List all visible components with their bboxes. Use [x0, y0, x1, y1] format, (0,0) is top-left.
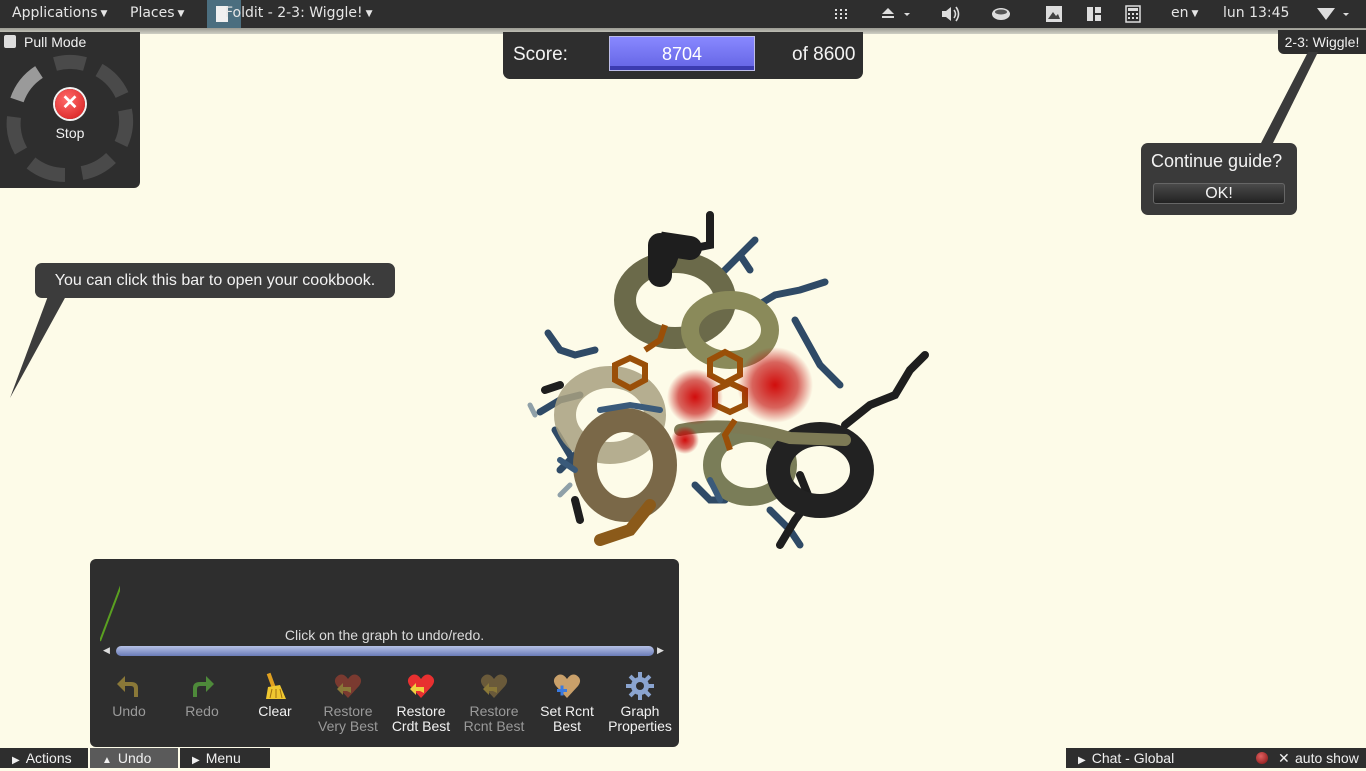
heart-restore-icon	[407, 674, 435, 698]
protein-view[interactable]	[500, 200, 960, 570]
tab-menu-label: Menu	[205, 750, 241, 766]
eject-icon[interactable]	[880, 0, 910, 28]
score-panel: Score: 8704 of 8600	[503, 32, 863, 79]
set-rcnt-best-label-1: Set Rcnt	[540, 703, 594, 719]
applications-label: Applications	[12, 5, 98, 21]
window-title: Foldit - 2-3: Wiggle!	[225, 5, 363, 21]
ok-button[interactable]: OK!	[1153, 183, 1285, 204]
cookbook-hint-bubble: You can click this bar to open your cook…	[35, 263, 395, 298]
redo-button[interactable]: Redo	[166, 671, 238, 741]
undo-panel: Click on the graph to undo/redo. ◀ ▶ Und…	[90, 559, 679, 747]
chevron-down-icon: ▼	[365, 9, 373, 19]
guide-pointer	[1260, 52, 1318, 145]
layout-icon[interactable]	[1086, 0, 1102, 28]
grid-icon[interactable]	[835, 0, 849, 28]
guide-tag[interactable]: 2-3: Wiggle!	[1278, 30, 1366, 54]
pull-mode-panel: Pull Mode ✕ Stop	[0, 32, 140, 188]
graph-properties-label-2: Properties	[608, 718, 672, 734]
close-icon[interactable]: ✕	[1278, 748, 1290, 768]
score-label: Score:	[513, 44, 568, 65]
chevron-down-icon: ▼	[100, 9, 108, 19]
restore-crdt-best-button[interactable]: Restore Crdt Best	[385, 671, 457, 741]
clear-button[interactable]: Clear	[239, 671, 311, 741]
set-rcnt-best-label-2: Best	[552, 718, 581, 734]
cookbook-hint-pointer	[10, 296, 66, 398]
restore-very-best-label-2: Very Best	[318, 718, 378, 734]
triangle-right-icon: ▶	[192, 755, 200, 766]
broom-icon	[266, 672, 286, 699]
chat-status-icon	[1256, 752, 1268, 764]
undo-arrow-icon	[117, 676, 138, 697]
restore-rcnt-best-button[interactable]: Restore Rcnt Best	[458, 671, 530, 741]
scroll-right-icon[interactable]: ▶	[657, 645, 664, 656]
auto-show-label[interactable]: auto show	[1295, 748, 1359, 768]
undo-graph-hint: Click on the graph to undo/redo.	[284, 627, 485, 643]
redo-label: Redo	[185, 703, 219, 719]
undo-label: Undo	[112, 703, 146, 719]
clear-label: Clear	[258, 703, 292, 719]
graph-properties-button[interactable]: Graph Properties	[604, 671, 676, 741]
chat-label: Chat - Global	[1091, 750, 1175, 766]
redo-arrow-icon	[193, 676, 214, 697]
language-label: en	[1171, 5, 1189, 21]
image-icon[interactable]	[1045, 0, 1063, 28]
restore-very-best-button[interactable]: Restore Very Best	[312, 671, 384, 741]
restore-very-best-label-1: Restore	[323, 703, 373, 719]
restore-crdt-best-label-2: Crdt Best	[391, 718, 451, 734]
triangle-right-icon: ▶	[1078, 755, 1086, 766]
heart-plus-icon	[553, 674, 581, 698]
guide-bubble: Continue guide? OK!	[1141, 143, 1297, 215]
places-menu[interactable]: Places ▼	[130, 0, 184, 28]
clock[interactable]: lun 13:45	[1223, 0, 1289, 28]
calculator-icon[interactable]	[1124, 0, 1142, 28]
tab-undo[interactable]: ▲ Undo	[90, 748, 178, 768]
triangle-up-icon: ▲	[102, 755, 112, 766]
set-rcnt-best-button[interactable]: Set Rcnt Best	[531, 671, 603, 741]
gear-icon	[626, 672, 654, 700]
hand-icon	[4, 35, 16, 48]
applications-menu[interactable]: Applications ▼	[12, 0, 107, 28]
graph-properties-label-1: Graph	[620, 703, 660, 719]
chat-bar[interactable]: ▶ Chat - Global ✕ auto show	[1066, 748, 1366, 768]
tab-actions-label: Actions	[25, 750, 72, 766]
window-title-menu[interactable]: Foldit - 2-3: Wiggle! ▼	[225, 0, 373, 28]
chevron-down-icon: ▼	[177, 9, 185, 19]
progress-ring-icon	[6, 54, 134, 182]
triangle-right-icon: ▶	[12, 755, 20, 766]
tab-actions[interactable]: ▶ Actions	[0, 748, 88, 768]
heart-restore-icon	[480, 674, 508, 698]
coffee-icon[interactable]	[991, 0, 1013, 28]
tab-undo-label: Undo	[117, 750, 152, 766]
score-value[interactable]: 8704	[609, 36, 755, 71]
score-target: of 8600	[792, 44, 856, 65]
places-label: Places	[130, 5, 175, 21]
restore-rcnt-best-label-1: Restore	[469, 703, 519, 719]
pull-mode-title: Pull Mode	[24, 34, 87, 50]
restore-rcnt-best-label-2: Rcnt Best	[463, 718, 525, 734]
heart-restore-icon	[334, 674, 362, 698]
tab-menu[interactable]: ▶ Menu	[180, 748, 270, 768]
stop-label[interactable]: Stop	[0, 125, 140, 141]
scroll-left-icon[interactable]: ◀	[103, 645, 110, 656]
undo-scrollbar[interactable]	[116, 646, 654, 656]
wifi-icon[interactable]	[1316, 0, 1356, 28]
guide-question: Continue guide?	[1151, 151, 1283, 171]
stop-button[interactable]: ✕	[55, 89, 85, 119]
chevron-down-icon: ▼	[1191, 9, 1199, 19]
language-menu[interactable]: en ▼	[1171, 0, 1198, 28]
clock-label: lun 13:45	[1223, 5, 1290, 21]
top-panel: Applications ▼ Places ▼ Foldit - 2-3: Wigg…	[0, 0, 1366, 28]
undo-button[interactable]: Undo	[93, 671, 165, 741]
restore-crdt-best-label-1: Restore	[396, 703, 446, 719]
volume-icon[interactable]	[941, 0, 961, 28]
